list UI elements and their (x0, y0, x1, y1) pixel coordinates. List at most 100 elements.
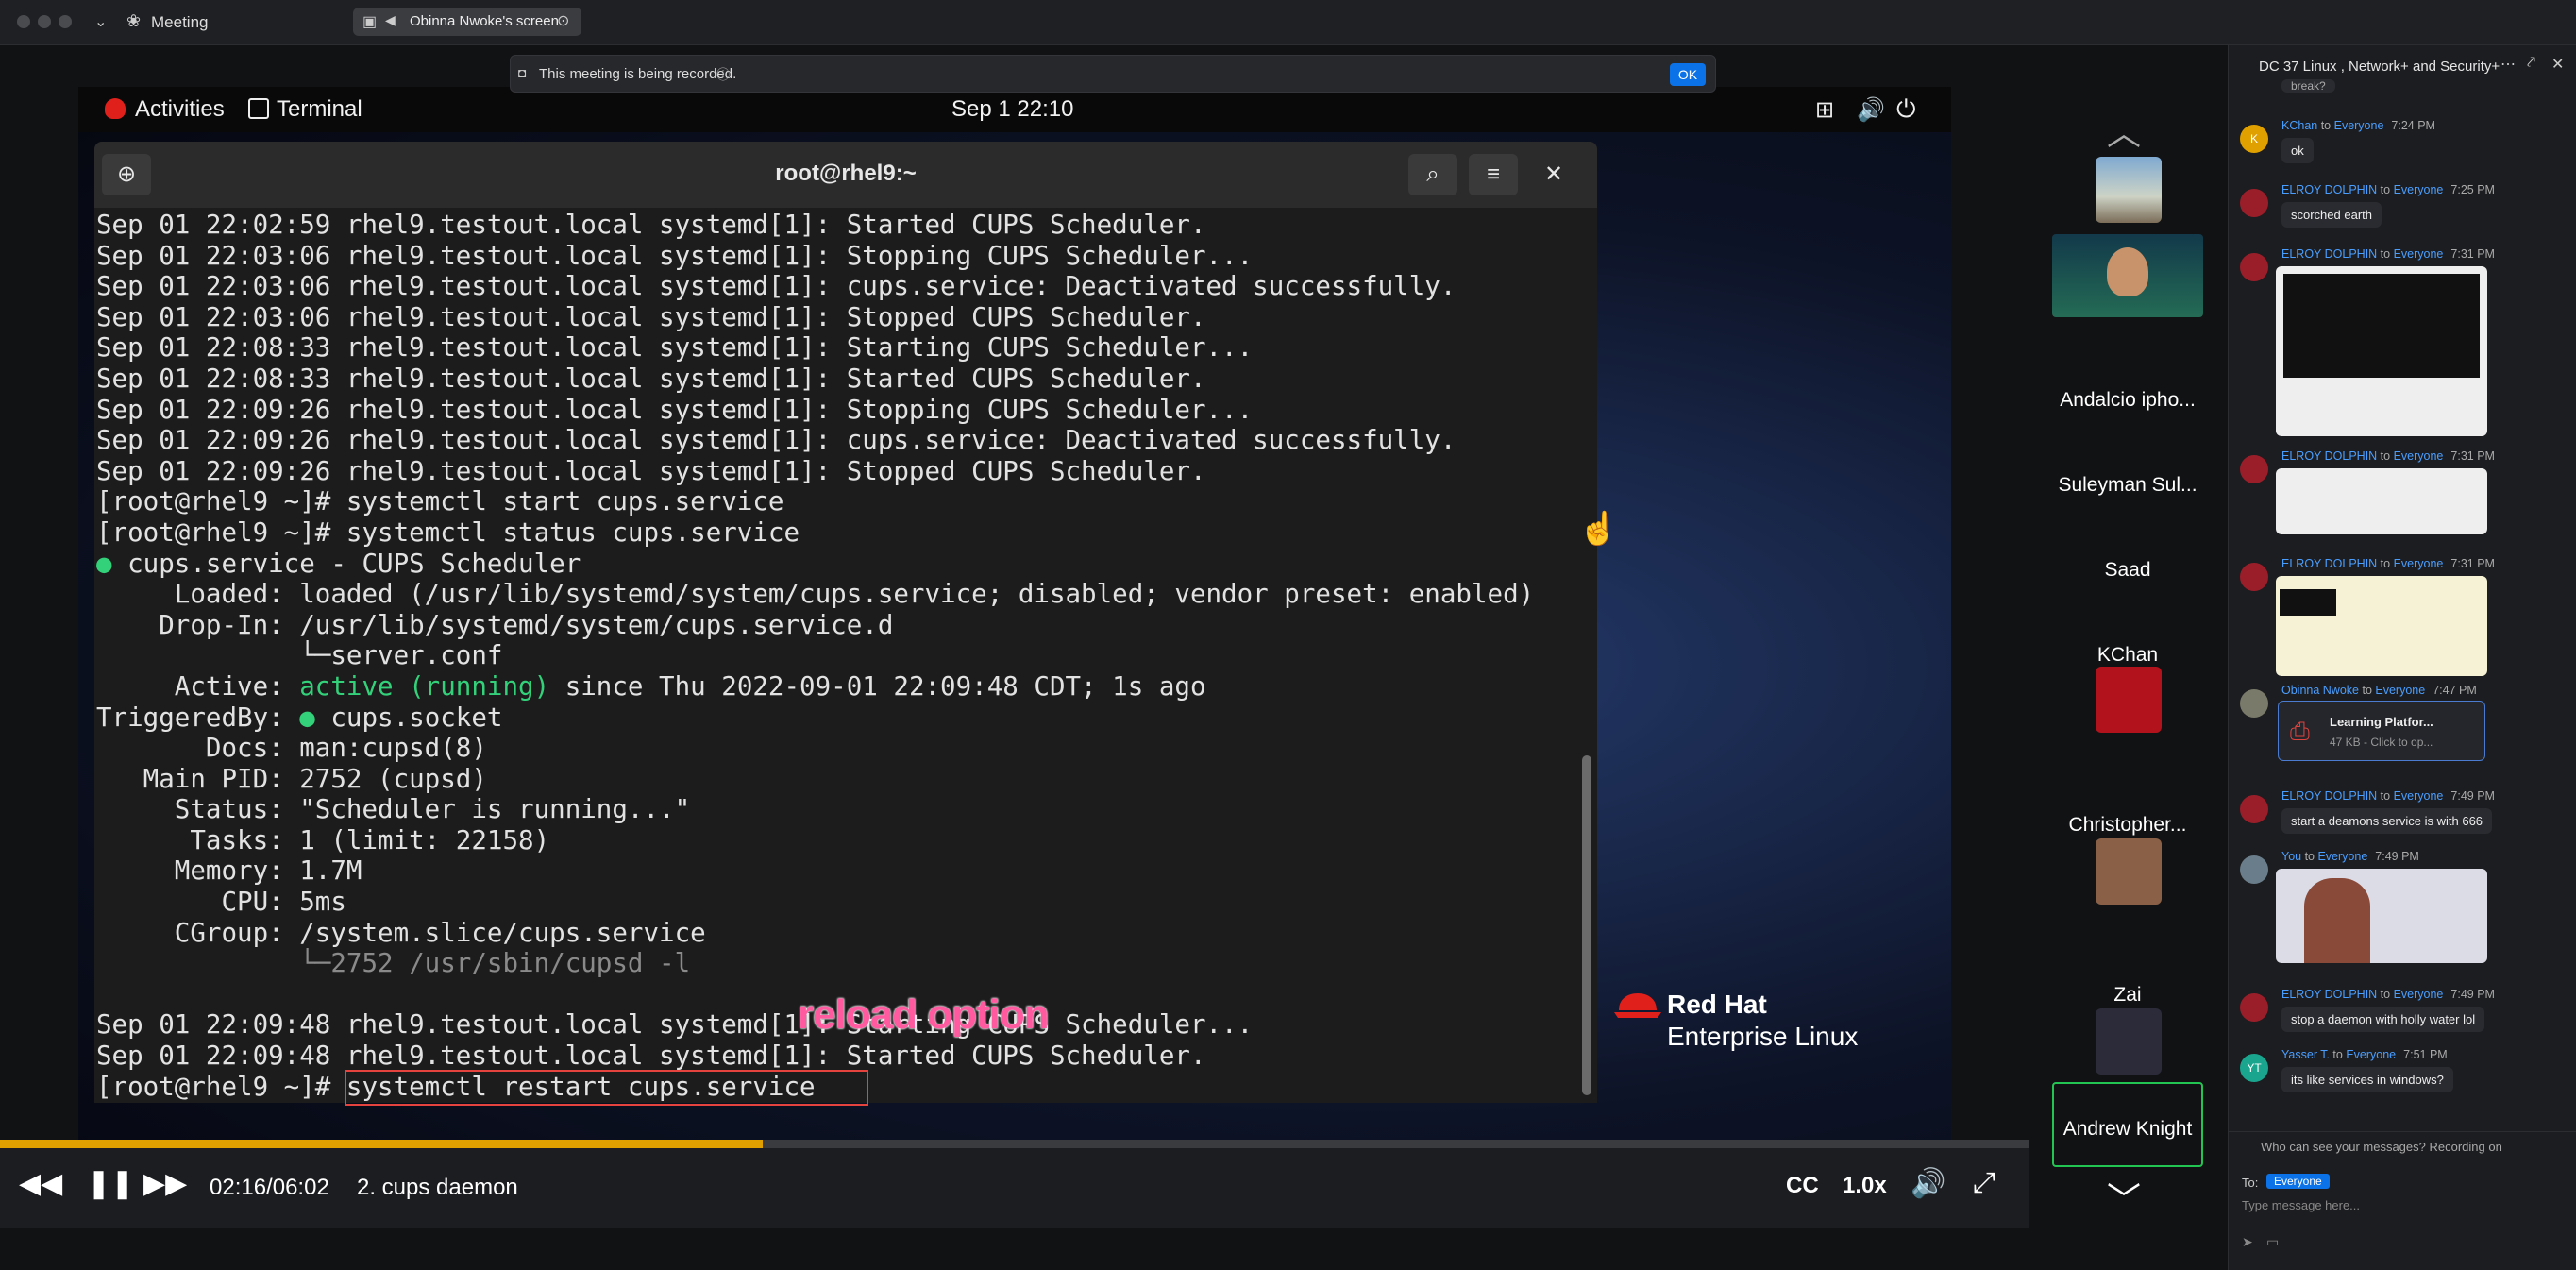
chevron-down-icon[interactable]: ﹀ (2107, 1173, 2141, 1222)
image-attachment[interactable] (2276, 266, 2487, 436)
terminal-line: Sep 01 22:03:06 rhel9.testout.local syst… (96, 240, 1254, 271)
redhat-line1: Red Hat (1667, 990, 1767, 1019)
avatar (2240, 855, 2268, 884)
volume-icon[interactable]: 🔊 (1911, 1167, 1945, 1200)
participant-tile[interactable]: Saad (2052, 531, 2203, 614)
terminal-line: Drop-In: /usr/lib/systemd/system/cups.se… (96, 609, 894, 640)
file-attachment[interactable]: ⎙ Learning Platfor... 47 KB - Click to op.… (2278, 701, 2485, 761)
terminal-line: Memory: 1.7M (96, 855, 362, 887)
terminal-line: Sep 01 22:03:06 rhel9.testout.local syst… (96, 271, 1456, 302)
fullscreen-icon[interactable]: ⤢ (1973, 1167, 1995, 1199)
send-icon[interactable]: ➤ (2242, 1234, 2253, 1250)
active-speaker-tile[interactable] (2052, 1082, 2203, 1167)
participant-tile[interactable]: Andalcio ipho... (2052, 361, 2203, 444)
terminal-title: root@rhel9:~ (775, 161, 917, 186)
rewind-icon[interactable]: ◀◀ (19, 1167, 62, 1200)
participant-name: Suleyman Sul... (2058, 474, 2197, 496)
terminal-line: Sep 01 22:09:26 rhel9.testout.local syst… (96, 425, 1456, 456)
more-icon[interactable]: ⋯ (2500, 55, 2516, 74)
participant-tile[interactable]: Suleyman Sul... (2052, 446, 2203, 529)
maximize-window-button[interactable] (59, 15, 72, 28)
screen-share-pill[interactable]: ▣ ◀ Obinna Nwoke's screen ⊙ (353, 8, 581, 36)
avatar (2240, 189, 2268, 217)
search-icon[interactable]: ⌕ (1408, 154, 1457, 195)
file-icon[interactable]: ▭ (2266, 1234, 2279, 1250)
recording-banner: ◘ This meeting is being recorded. ⓘ OK (510, 55, 1716, 93)
terminal-scrollbar[interactable] (1582, 755, 1591, 1095)
participant-name: KChan (2096, 644, 2159, 666)
avatar (2240, 795, 2268, 823)
cc-button[interactable]: CC (1786, 1173, 1819, 1199)
terminal-line: Sep 01 22:08:33 rhel9.testout.local syst… (96, 332, 1254, 364)
terminal-line: [root@rhel9 ~]# systemctl start cups.ser… (96, 486, 784, 517)
chat-bubble: scorched earth (2281, 202, 2382, 228)
forward-icon[interactable]: ▶▶ (143, 1167, 187, 1200)
reload-annotation: reload option (798, 991, 1050, 1038)
participant-name: Andalcio ipho... (2060, 389, 2196, 411)
terminal-app-label: Terminal (277, 96, 362, 122)
chat-message-header: ELROY DOLPHIN to Everyone 7:31 PM (2281, 449, 2495, 463)
gnome-top-bar: Activities Terminal Sep 1 22:10 ⊞ 🔊 ⏻ (78, 87, 1951, 132)
participant-thumbnail[interactable] (2096, 157, 2162, 223)
more-icon[interactable]: ⊙ (557, 11, 569, 30)
title-bar: ⌄ ❀ Meeting ▣ ◀ Obinna Nwoke's screen ⊙ (0, 0, 2576, 45)
message-input[interactable]: Type message here... (2242, 1198, 2360, 1212)
speed-button[interactable]: 1.0x (1843, 1173, 1887, 1199)
avatar: YT (2240, 1054, 2268, 1082)
chat-footer: Who can see your messages? Recording on … (2229, 1131, 2576, 1270)
chat-message-header: Yasser T. to Everyone 7:51 PM (2281, 1048, 2448, 1061)
popout-icon[interactable]: ⤤ (2527, 55, 2535, 72)
chat-bubble: start a deamons service is with 666 (2281, 808, 2493, 834)
terminal-line: Sep 01 22:09:26 rhel9.testout.local syst… (96, 455, 1206, 486)
terminal-line: Loaded: loaded (/usr/lib/systemd/system/… (96, 579, 1535, 610)
terminal-line: └─2752 /usr/sbin/cupsd -l (96, 948, 691, 979)
progress-fill (0, 1140, 764, 1148)
hand-cursor-icon: ☝ (1578, 511, 1619, 547)
chevron-up-icon[interactable]: ︿ (2107, 106, 2141, 155)
close-icon[interactable]: ✕ (2551, 55, 2564, 74)
chat-bubble: stop a daemon with holly water lol (2281, 1007, 2485, 1032)
pause-icon[interactable]: ❚❚ (87, 1167, 134, 1200)
activities-label: Activities (135, 96, 225, 122)
chat-message-header: Obinna Nwoke to Everyone 7:47 PM (2281, 684, 2477, 697)
recording-text: This meeting is being recorded. (539, 66, 737, 82)
participant-name: Christopher... (2068, 814, 2187, 836)
close-window-button[interactable] (17, 15, 30, 28)
terminal-line: TriggeredBy: ● cups.socket (96, 702, 503, 733)
visibility-note[interactable]: Who can see your messages? Recording on (2261, 1140, 2502, 1154)
participant-avatar-tile[interactable] (2052, 234, 2203, 317)
chat-message-header: ELROY DOLPHIN to Everyone 7:31 PM (2281, 557, 2495, 570)
info-icon[interactable]: ⓘ (716, 65, 730, 84)
player-controls: ◀◀ ❚❚ ▶▶ 02:16/06:02 2. cups daemon CC 1… (0, 1148, 2029, 1228)
chat-message-header: ELROY DOLPHIN to Everyone 7:31 PM (2281, 247, 2495, 261)
meeting-title: Meeting (151, 13, 209, 31)
participant-thumbnail[interactable] (2096, 1008, 2162, 1075)
terminal-line: [root@rhel9 ~]# systemctl status cups.se… (96, 516, 800, 548)
image-attachment[interactable] (2276, 576, 2487, 676)
image-attachment[interactable] (2276, 869, 2487, 963)
pdf-icon: ⎙ (2290, 717, 2310, 745)
redhat-icon (105, 98, 126, 119)
chat-message-header: KChan to Everyone 7:24 PM (2281, 119, 2435, 132)
progress-bar[interactable] (0, 1140, 2029, 1148)
terminal-line: Main PID: 2752 (cupsd) (96, 763, 487, 794)
participant-thumbnail[interactable] (2096, 838, 2162, 905)
recipient-select[interactable]: Everyone (2266, 1174, 2330, 1189)
menu-icon[interactable]: ≡ (1469, 154, 1518, 195)
image-attachment[interactable] (2276, 468, 2487, 534)
chat-title: DC 37 Linux , Network+ and Security+ (2259, 59, 2500, 75)
avatar (2240, 455, 2268, 483)
record-icon: ◘ (518, 65, 527, 80)
close-icon[interactable]: ✕ (1529, 154, 1578, 195)
minimize-window-button[interactable] (38, 15, 51, 28)
highlight-box (345, 1070, 868, 1106)
redhat-line2: Enterprise Linux (1667, 1022, 1859, 1051)
avatar (2240, 689, 2268, 718)
chat-panel: DC 37 Linux , Network+ and Security+ ⋯ ⤤… (2228, 45, 2576, 1270)
recording-ok-button[interactable]: OK (1670, 63, 1706, 86)
terminal-line: Tasks: 1 (limit: 22158) (96, 824, 550, 855)
to-label: To: (2242, 1176, 2259, 1190)
participant-thumbnail[interactable] (2096, 667, 2162, 733)
chat-bubble: ok (2281, 138, 2314, 163)
chevron-down-icon[interactable]: ⌄ (94, 12, 107, 31)
